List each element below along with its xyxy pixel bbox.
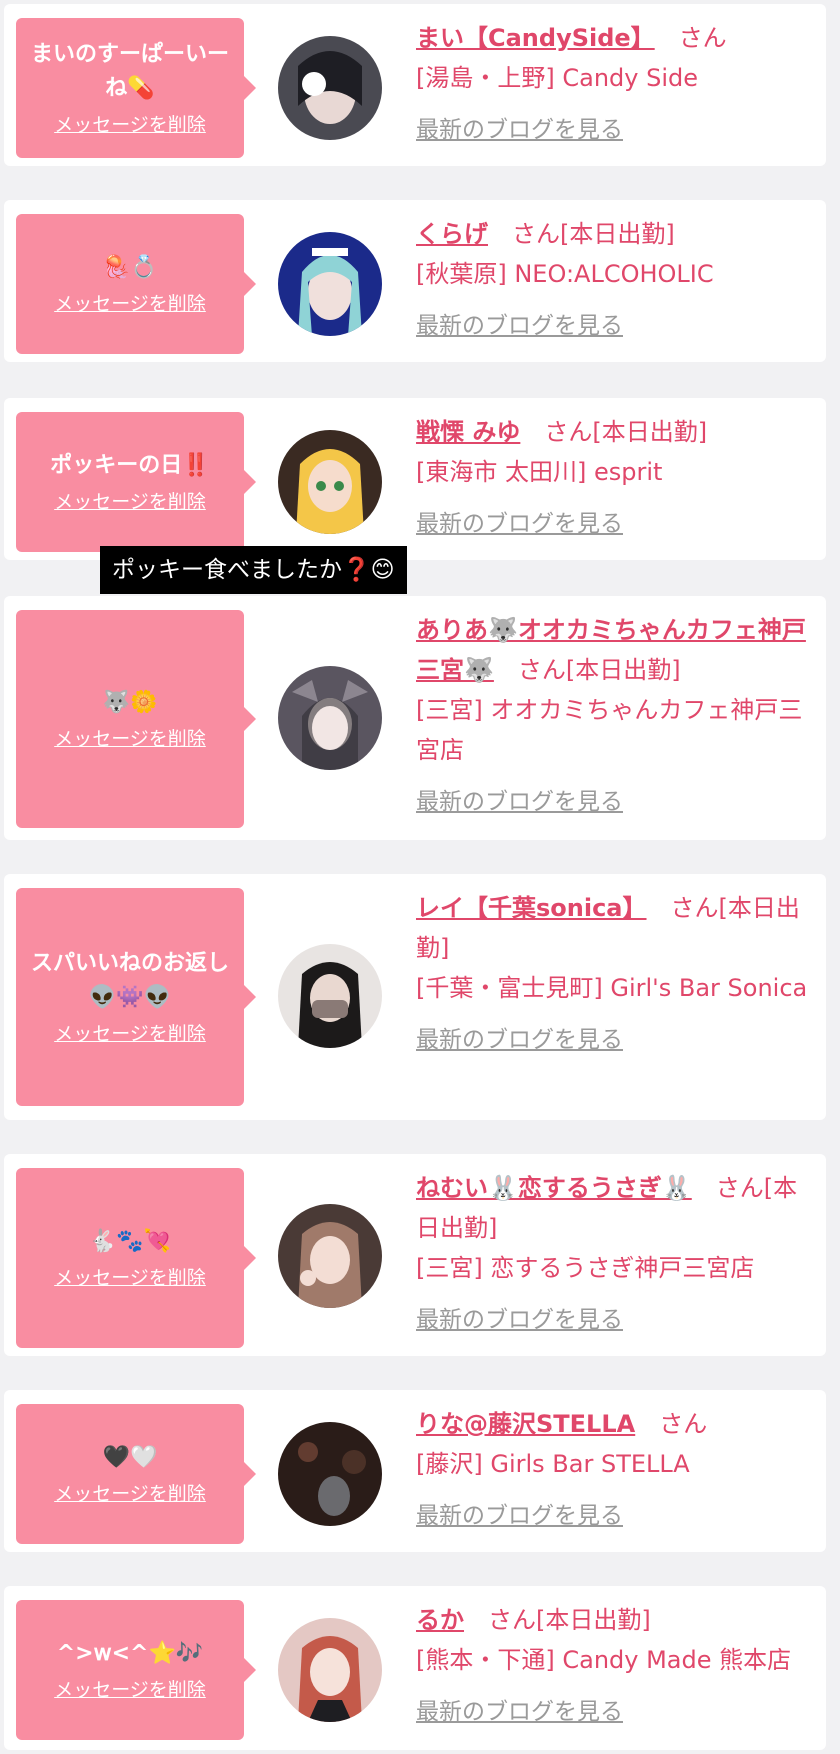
name-suffix: さん[本日出勤] [517,656,681,684]
profile-info: ありあ🐺オオカミちゃんカフェ神戸三宮🐺 さん[本日出勤] [三宮] オオカミちゃん… [416,610,816,822]
list-item: 🪼💍 メッセージを削除 くらげ さん[本日出勤] [秋葉原] NEO:ALCOHO… [4,200,826,362]
avatar-image [278,36,382,140]
latest-blog-link[interactable]: 最新のブログを見る [416,306,816,346]
list-item: 🐇🐾💘 メッセージを削除 ねむい🐰恋するうさぎ🐰 さん[本日出勤] [三宮] 恋す… [4,1154,826,1356]
delete-message-link[interactable]: メッセージを削除 [54,726,206,752]
list-item: ポッキーの日‼️ メッセージを削除 戦慄 みゆ さん[本日出勤] [東海市 太田川… [4,398,826,560]
delete-message-link[interactable]: メッセージを削除 [54,1481,206,1507]
avatar-image [278,1618,382,1722]
shop-info: [熊本・下通] Candy Made 熊本店 [416,1646,792,1674]
profile-info: 戦慄 みゆ さん[本日出勤] [東海市 太田川] esprit 最新のブログを見る [416,412,816,544]
avatar-image [278,430,382,534]
message-bubble: まいのすーぱーいーね💊 メッセージを削除 [16,18,256,158]
avatar-image [278,1204,382,1308]
shop-info: [三宮] 恋するうさぎ神戸三宮店 [416,1254,755,1282]
avatar-image [278,666,382,770]
list-item: 🐺🌼 メッセージを削除 ありあ🐺オオカミちゃんカフェ神戸三宮🐺 さん[本日出勤] … [4,596,826,840]
message-text: ^>𝗐<^⭐️🎶 [56,1641,204,1666]
latest-blog-link[interactable]: 最新のブログを見る [416,1020,816,1060]
message-bubble: スパいいねのお返し👽👾👽 メッセージを削除 [16,888,256,1106]
avatar[interactable] [278,430,382,534]
message-bubble: 🐇🐾💘 メッセージを削除 [16,1168,256,1348]
latest-blog-link[interactable]: 最新のブログを見る [416,1496,816,1536]
list-item: スパいいねのお返し👽👾👽 メッセージを削除 レイ【千葉sonica】 さん[本日出… [4,874,826,1120]
message-bubble: ^>𝗐<^⭐️🎶 メッセージを削除 [16,1600,256,1740]
avatar[interactable] [278,666,382,770]
profile-name-link[interactable]: 戦慄 みゆ [416,418,520,446]
profile-name-link[interactable]: ねむい🐰恋するうさぎ🐰 [416,1174,692,1202]
name-suffix: さん[本日出勤] [488,1606,651,1634]
profile-name-link[interactable]: まい【CandySide】 [416,24,655,52]
message-text: ポッキーの日‼️ [50,453,210,478]
avatar-image [278,232,382,336]
profile-name-link[interactable]: くらげ [416,220,488,248]
avatar[interactable] [278,1618,382,1722]
profile-name-link[interactable]: レイ【千葉sonica】 [416,894,647,922]
avatar[interactable] [278,944,382,1048]
delete-message-link[interactable]: メッセージを削除 [54,291,206,317]
delete-message-link[interactable]: メッセージを削除 [54,1021,206,1047]
message-text: 🖤🤍 [102,1445,158,1470]
message-text: まいのすーぱーいーね💊 [30,42,229,101]
latest-blog-link[interactable]: 最新のブログを見る [416,1300,816,1340]
avatar[interactable] [278,1422,382,1526]
shop-info: [湯島・上野] Candy Side [416,64,698,92]
delete-message-link[interactable]: メッセージを削除 [54,489,206,515]
profile-info: るか さん[本日出勤] [熊本・下通] Candy Made 熊本店 最新のブログ… [416,1600,816,1732]
profile-info: まい【CandySide】 さん [湯島・上野] Candy Side 最新のブロ… [416,18,816,150]
list-item: 🖤🤍 メッセージを削除 りな@藤沢STELLA さん [藤沢] Girls Bar… [4,1390,826,1552]
shop-info: [藤沢] Girls Bar STELLA [416,1450,690,1478]
list-item: まいのすーぱーいーね💊 メッセージを削除 まい【CandySide】 さん [湯島… [4,4,826,166]
name-suffix: さん[本日出勤] [544,418,708,446]
message-text: 🐺🌼 [102,690,158,715]
avatar[interactable] [278,232,382,336]
list-item: ^>𝗐<^⭐️🎶 メッセージを削除 るか さん[本日出勤] [熊本・下通] Can… [4,1586,826,1750]
profile-info: りな@藤沢STELLA さん [藤沢] Girls Bar STELLA 最新のブ… [416,1404,816,1536]
latest-blog-link[interactable]: 最新のブログを見る [416,1692,816,1732]
latest-blog-link[interactable]: 最新のブログを見る [416,782,816,822]
message-bubble: ポッキーの日‼️ メッセージを削除 [16,412,256,552]
profile-info: ねむい🐰恋するうさぎ🐰 さん[本日出勤] [三宮] 恋するうさぎ神戸三宮店 最新の… [416,1168,816,1340]
shop-info: [三宮] オオカミちゃんカフェ神戸三宮店 [416,696,803,764]
shop-info: [千葉・富士見町] Girl's Bar Sonica [416,974,808,1002]
delete-message-link[interactable]: メッセージを削除 [54,112,206,138]
profile-name-link[interactable]: るか [416,1606,464,1634]
message-bubble: 🪼💍 メッセージを削除 [16,214,256,354]
shop-info: [秋葉原] NEO:ALCOHOLIC [416,260,714,288]
message-text: 🪼💍 [102,255,158,280]
avatar[interactable] [278,1204,382,1308]
avatar-image [278,944,382,1048]
message-tooltip: ポッキー食べましたか❓😊 [100,546,407,594]
profile-info: くらげ さん[本日出勤] [秋葉原] NEO:ALCOHOLIC 最新のブログを見… [416,214,816,346]
name-suffix: さん[本日出勤] [512,220,675,248]
delete-message-link[interactable]: メッセージを削除 [54,1265,206,1291]
avatar[interactable] [278,36,382,140]
shop-info: [東海市 太田川] esprit [416,458,663,486]
message-bubble: 🖤🤍 メッセージを削除 [16,1404,256,1544]
profile-name-link[interactable]: りな@藤沢STELLA [416,1410,635,1438]
latest-blog-link[interactable]: 最新のブログを見る [416,110,816,150]
avatar-image [278,1422,382,1526]
message-text: スパいいねのお返し👽👾👽 [30,951,229,1010]
latest-blog-link[interactable]: 最新のブログを見る [416,504,816,544]
message-text: 🐇🐾💘 [88,1229,172,1254]
name-suffix: さん [678,24,727,52]
message-bubble: 🐺🌼 メッセージを削除 [16,610,256,828]
delete-message-link[interactable]: メッセージを削除 [54,1677,206,1703]
name-suffix: さん [659,1410,708,1438]
profile-info: レイ【千葉sonica】 さん[本日出勤] [千葉・富士見町] Girl's Ba… [416,888,816,1060]
